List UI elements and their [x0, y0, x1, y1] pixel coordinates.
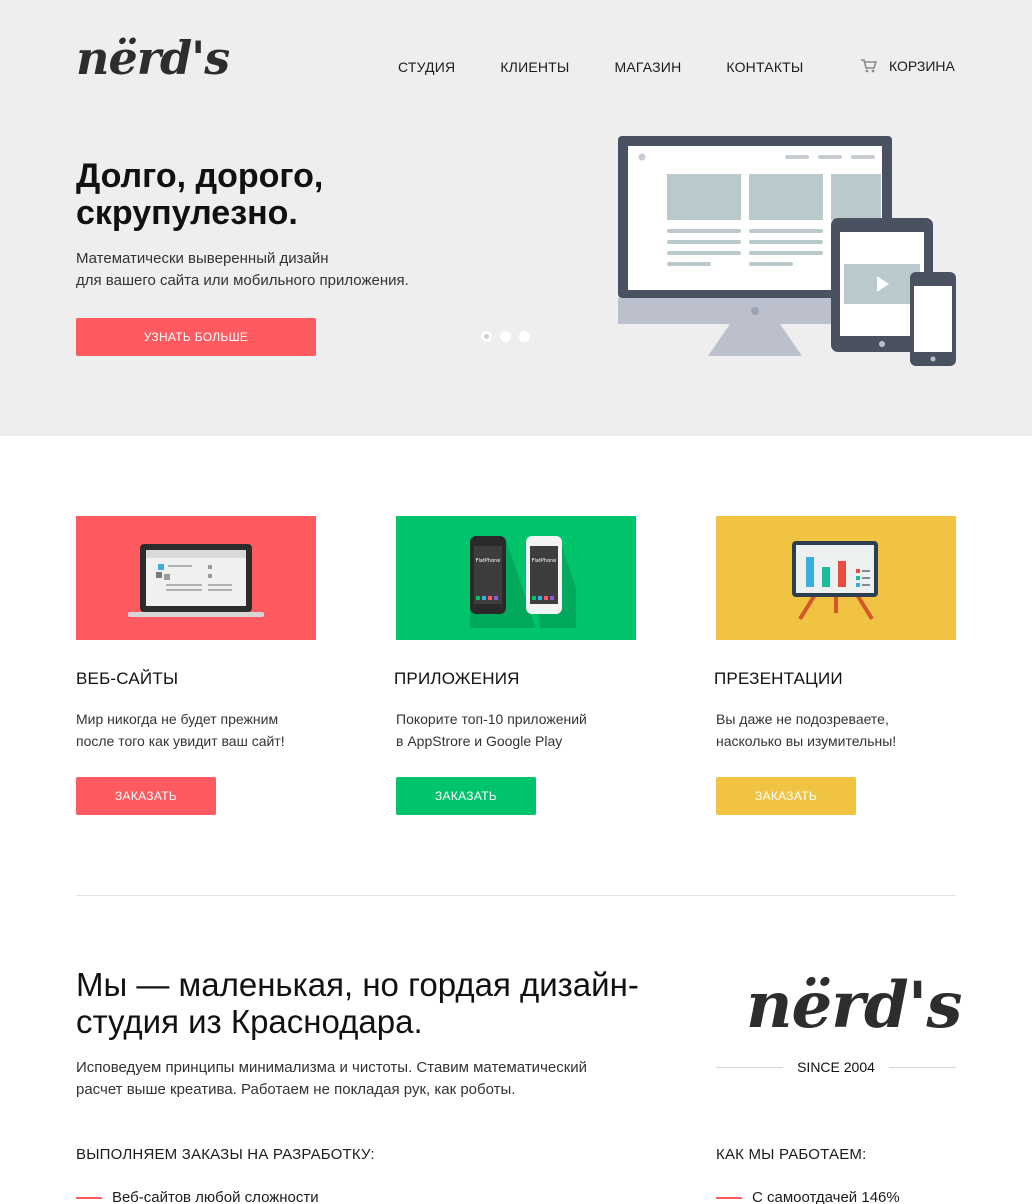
section-divider — [76, 895, 956, 896]
main-nav: СТУДИЯ КЛИЕНТЫ МАГАЗИН КОНТАКТЫ — [398, 59, 849, 75]
service-title: ПРИЛОЖЕНИЯ — [394, 669, 520, 688]
hero-subtitle-line1: Математически выверенный дизайн — [76, 250, 329, 267]
cart-link[interactable]: КОРЗИНА — [861, 58, 955, 74]
about-title: Мы — маленькая, но гордая дизайн-студия … — [76, 966, 639, 1040]
service-description: Мир никогда не будет прежним после того … — [76, 708, 336, 752]
service-description-line: Покорите топ-10 приложений — [396, 711, 587, 727]
about-text: Исповедуем принципы минимализма и чистот… — [76, 1057, 676, 1101]
service-description-line: насколько вы изумительны! — [716, 733, 897, 749]
since-line-left — [716, 1066, 784, 1068]
phones-icon: FlatPhone FlatPhone — [396, 516, 636, 640]
presentation-board-icon — [716, 516, 956, 640]
cart-label: КОРЗИНА — [889, 58, 955, 74]
hero-title: Долго, дорого, скрупулезно. — [76, 157, 324, 232]
slider-dot[interactable] — [481, 331, 492, 342]
nav-item-studio[interactable]: СТУДИЯ — [398, 59, 455, 75]
about-text-line: Исповедуем принципы минимализма и чистот… — [76, 1059, 588, 1076]
service-card-presentations: ПРЕЗЕНТАЦИИ Вы даже не подозреваете, нас… — [714, 516, 956, 815]
how-we-work-heading: КАК МЫ РАБОТАЕМ: — [716, 1146, 867, 1163]
order-button[interactable]: ЗАКАЗАТЬ — [396, 777, 536, 815]
cart-icon — [861, 59, 877, 73]
since-text: SINCE 2004 — [797, 1059, 875, 1075]
service-title: ВЕБ-САЙТЫ — [76, 669, 179, 688]
order-button[interactable]: ЗАКАЗАТЬ — [76, 777, 216, 815]
learn-more-button[interactable]: УЗНАТЬ БОЛЬШЕ — [76, 318, 316, 356]
logo[interactable]: nërd's — [76, 28, 230, 88]
service-title: ПРЕЗЕНТАЦИИ — [714, 669, 843, 688]
nav-item-contacts[interactable]: КОНТАКТЫ — [726, 59, 803, 75]
hero-section: nërd's СТУДИЯ КЛИЕНТЫ МАГАЗИН КОНТАКТЫ К… — [0, 0, 1032, 436]
dash-bullet-icon — [76, 1196, 102, 1199]
service-description-line: в AppStrore и Google Play — [396, 733, 563, 749]
order-button[interactable]: ЗАКАЗАТЬ — [716, 777, 856, 815]
list-item: С самоотдачей 146% — [716, 1189, 900, 1204]
logo-large: nërd's — [746, 968, 962, 1043]
nav-item-clients[interactable]: КЛИЕНТЫ — [500, 59, 569, 75]
hero-subtitle-line2: для вашего сайта или мобильного приложен… — [76, 272, 409, 289]
laptop-icon — [76, 516, 316, 640]
hero-subtitle: Математически выверенный дизайн для ваше… — [76, 248, 496, 292]
service-card-apps: FlatPhone FlatPhone ПРИЛОЖЕНИЯ Покорите … — [394, 516, 636, 815]
service-card-websites: ВЕБ-САЙТЫ Мир никогда не будет прежним п… — [76, 516, 316, 815]
since-badge: SINCE 2004 — [716, 1059, 957, 1075]
list-item: Веб-сайтов любой сложности — [76, 1189, 319, 1204]
orders-heading: ВЫПОЛНЯЕМ ЗАКАЗЫ НА РАЗРАБОТКУ: — [76, 1146, 375, 1163]
service-description: Вы даже не подозреваете, насколько вы из… — [716, 708, 976, 752]
nav-item-shop[interactable]: МАГАЗИН — [615, 59, 682, 75]
list-item-label: Веб-сайтов любой сложности — [112, 1189, 319, 1204]
list-item-label: С самоотдачей 146% — [752, 1189, 900, 1204]
dash-bullet-icon — [716, 1196, 742, 1199]
svg-text:FlatPhone: FlatPhone — [532, 558, 557, 564]
since-line-right — [888, 1066, 957, 1068]
service-description-line: после того как увидит ваш сайт! — [76, 733, 285, 749]
slider-dot[interactable] — [519, 331, 530, 342]
service-description-line: Вы даже не подозреваете, — [716, 711, 889, 727]
slider-dots — [481, 331, 538, 342]
service-description: Покорите топ-10 приложений в AppStrore и… — [396, 708, 656, 752]
devices-illustration — [618, 136, 956, 366]
service-description-line: Мир никогда не будет прежним — [76, 711, 279, 727]
svg-text:FlatPhone: FlatPhone — [476, 558, 501, 564]
slider-dot[interactable] — [500, 331, 511, 342]
about-text-line: расчет выше креатива. Работаем не поклад… — [76, 1081, 516, 1098]
